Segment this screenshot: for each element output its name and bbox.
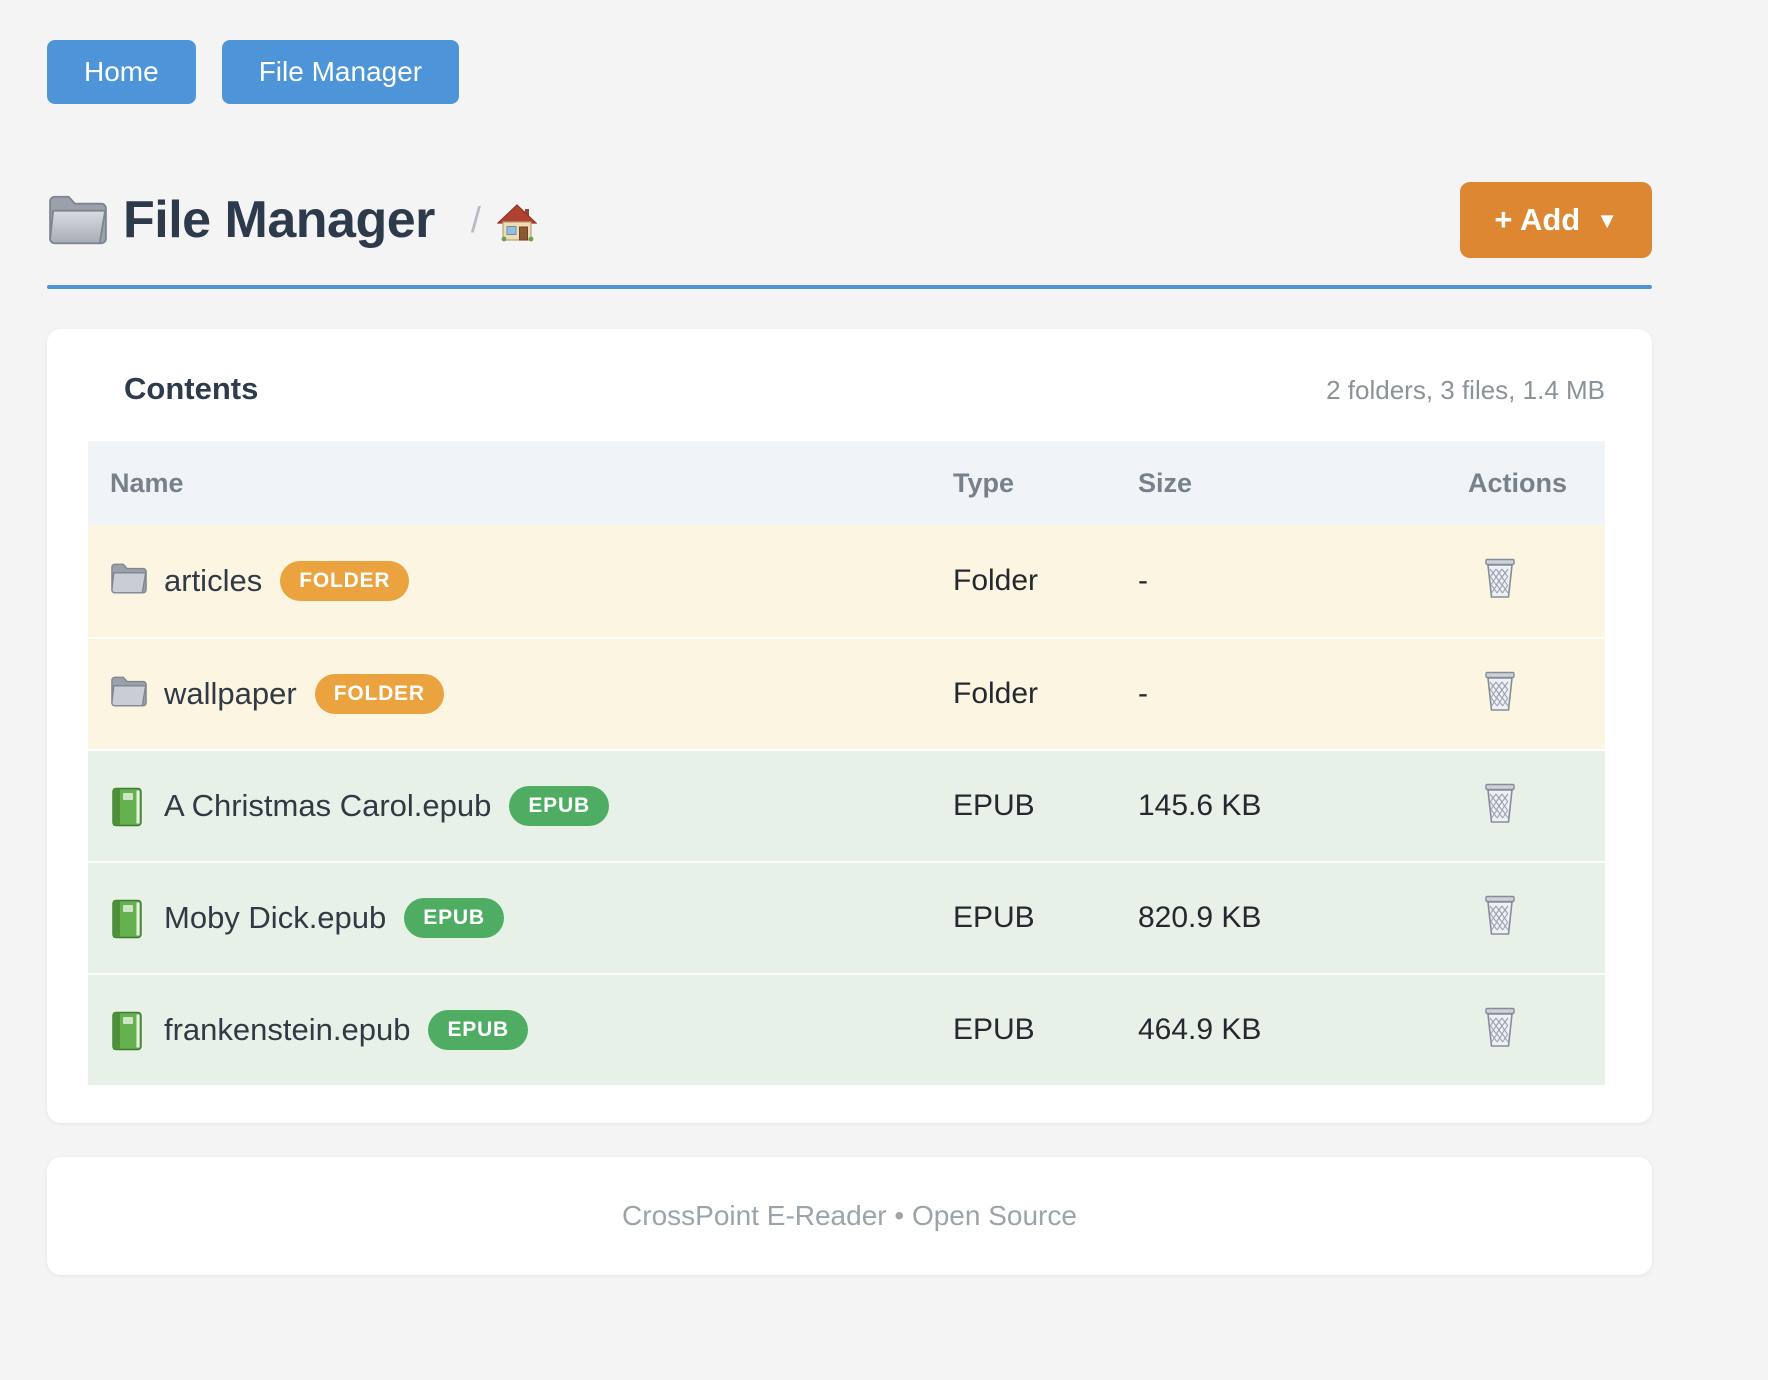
file-name: Moby Dick.epub xyxy=(164,900,386,936)
column-header-type: Type xyxy=(953,468,1138,499)
breadcrumb-separator: / xyxy=(471,199,481,241)
contents-title: Contents xyxy=(124,371,258,407)
caret-down-icon: ▼ xyxy=(1596,208,1618,234)
table-row[interactable]: articles FOLDER Folder - xyxy=(88,525,1605,637)
file-name: A Christmas Carol.epub xyxy=(164,788,491,824)
file-size: - xyxy=(1138,564,1468,598)
add-button[interactable]: + Add ▼ xyxy=(1460,182,1652,258)
file-type: EPUB xyxy=(953,1013,1138,1047)
delete-button[interactable] xyxy=(1480,1004,1520,1051)
actions-cell xyxy=(1468,1004,1605,1056)
trash-icon xyxy=(1480,1004,1520,1051)
trash-icon xyxy=(1480,555,1520,602)
nav-home-button[interactable]: Home xyxy=(47,40,196,104)
folder-icon xyxy=(47,193,109,247)
nav-file-manager-button[interactable]: File Manager xyxy=(222,40,459,104)
file-type-badge: EPUB xyxy=(509,786,609,826)
footer: CrossPoint E-Reader • Open Source xyxy=(47,1157,1652,1275)
file-size: 820.9 KB xyxy=(1138,901,1468,935)
file-size: 464.9 KB xyxy=(1138,1013,1468,1047)
file-type: Folder xyxy=(953,564,1138,598)
actions-cell xyxy=(1468,892,1605,944)
name-cell: Moby Dick.epub EPUB xyxy=(88,898,953,938)
book-icon xyxy=(110,899,148,937)
name-cell: wallpaper FOLDER xyxy=(88,674,953,714)
page-title: File Manager xyxy=(123,190,435,250)
file-size: 145.6 KB xyxy=(1138,789,1468,823)
table-body: articles FOLDER Folder - wallpaper FOLDE… xyxy=(88,525,1605,1085)
name-cell: articles FOLDER xyxy=(88,561,953,601)
delete-button[interactable] xyxy=(1480,555,1520,602)
page-header: File Manager / + Add ▼ xyxy=(47,182,1652,258)
trash-icon xyxy=(1480,892,1520,939)
file-name: wallpaper xyxy=(164,676,297,712)
file-type: Folder xyxy=(953,677,1138,711)
trash-icon xyxy=(1480,780,1520,827)
column-header-size: Size xyxy=(1138,468,1468,499)
folder-icon xyxy=(110,675,148,713)
delete-button[interactable] xyxy=(1480,668,1520,715)
actions-cell xyxy=(1468,555,1605,607)
file-type: EPUB xyxy=(953,789,1138,823)
folder-icon xyxy=(110,562,148,600)
title-group: File Manager / xyxy=(47,190,537,250)
file-table: Name Type Size Actions articles FOLDER F… xyxy=(88,441,1605,1085)
name-cell: A Christmas Carol.epub EPUB xyxy=(88,786,953,826)
footer-text: CrossPoint E-Reader • Open Source xyxy=(622,1200,1077,1232)
column-header-actions: Actions xyxy=(1468,468,1605,499)
delete-button[interactable] xyxy=(1480,780,1520,827)
trash-icon xyxy=(1480,668,1520,715)
book-icon xyxy=(110,787,148,825)
contents-summary: 2 folders, 3 files, 1.4 MB xyxy=(1326,375,1605,406)
house-icon[interactable] xyxy=(497,203,537,243)
file-type-badge: FOLDER xyxy=(280,561,409,601)
file-type-badge: EPUB xyxy=(404,898,504,938)
delete-button[interactable] xyxy=(1480,892,1520,939)
book-icon xyxy=(110,1011,148,1049)
file-type-badge: EPUB xyxy=(428,1010,528,1050)
table-row[interactable]: Moby Dick.epub EPUB EPUB 820.9 KB xyxy=(88,861,1605,973)
contents-card: Contents 2 folders, 3 files, 1.4 MB Name… xyxy=(47,329,1652,1123)
table-row[interactable]: wallpaper FOLDER Folder - xyxy=(88,637,1605,749)
header-divider xyxy=(47,285,1652,289)
file-name: articles xyxy=(164,563,262,599)
actions-cell xyxy=(1468,668,1605,720)
add-button-label: + Add xyxy=(1494,202,1580,238)
contents-card-header: Contents 2 folders, 3 files, 1.4 MB xyxy=(88,371,1605,407)
table-row[interactable]: A Christmas Carol.epub EPUB EPUB 145.6 K… xyxy=(88,749,1605,861)
name-cell: frankenstein.epub EPUB xyxy=(88,1010,953,1050)
top-navigation: Home File Manager xyxy=(47,40,1652,104)
table-header-row: Name Type Size Actions xyxy=(88,441,1605,525)
file-type-badge: FOLDER xyxy=(315,674,444,714)
file-size: - xyxy=(1138,677,1468,711)
table-row[interactable]: frankenstein.epub EPUB EPUB 464.9 KB xyxy=(88,973,1605,1085)
column-header-name: Name xyxy=(88,468,953,499)
file-type: EPUB xyxy=(953,901,1138,935)
file-name: frankenstein.epub xyxy=(164,1012,410,1048)
file-manager-page: Home File Manager File Manager / xyxy=(0,0,1768,1275)
actions-cell xyxy=(1468,780,1605,832)
